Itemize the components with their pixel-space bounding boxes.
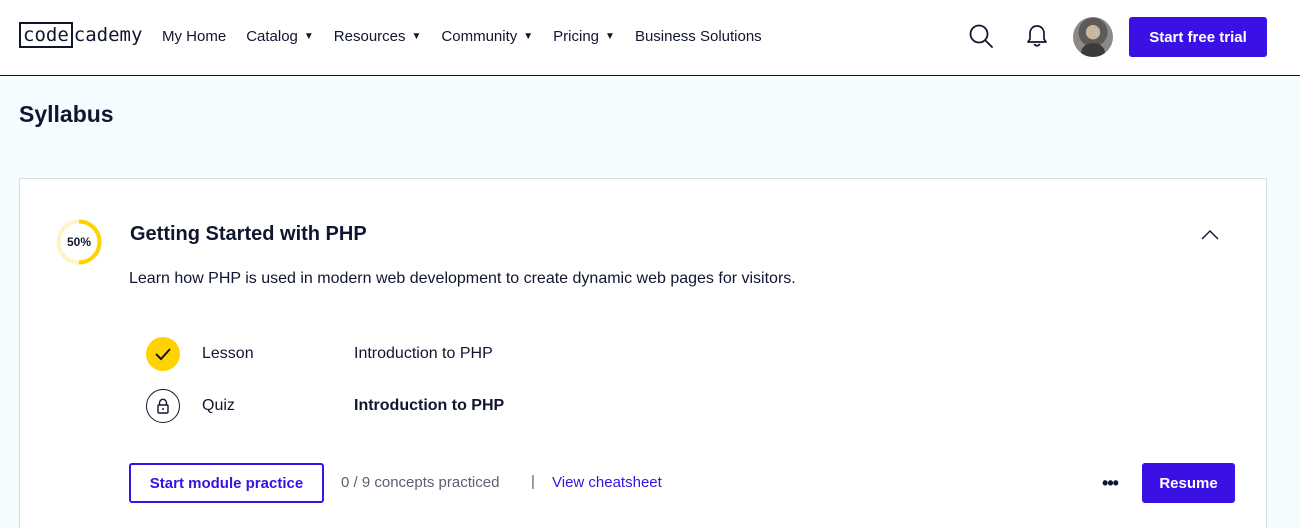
nav-label: Business Solutions [634,27,762,45]
search-button[interactable] [967,22,995,50]
bell-icon [1027,25,1047,47]
logo-cademy-text: cademy [73,24,143,46]
notifications-button[interactable] [1023,22,1051,50]
nav-label: Pricing [553,27,600,45]
item-type: Lesson [202,345,254,362]
module-title: Getting Started with PHP [130,223,367,245]
lock-icon [146,389,180,423]
item-title: Introduction to PHP [354,397,505,414]
top-navigation-bar: code cademy My Home Catalog ▼ Resources … [0,0,1300,76]
nav-business-solutions[interactable]: Business Solutions [635,26,762,46]
main-nav: My Home Catalog ▼ Resources ▼ Community … [162,26,782,46]
resume-button[interactable]: Resume [1142,463,1235,503]
nav-label: Resources [333,27,406,45]
module-card: 50% Getting Started with PHP Learn how P… [19,178,1267,528]
nav-my-home[interactable]: My Home [162,26,226,46]
caret-down-icon: ▼ [605,30,615,42]
progress-percent: 50% [66,235,92,249]
syllabus-item-quiz[interactable]: Quiz Introduction to PHP [146,389,504,423]
module-description: Learn how PHP is used in modern web deve… [129,270,796,287]
item-title: Introduction to PHP [354,345,493,362]
caret-down-icon: ▼ [523,30,534,42]
module-progress-ring: 50% [56,219,102,265]
concepts-practiced-count: 0 / 9 concepts practiced [341,474,500,491]
nav-resources[interactable]: Resources ▼ [334,26,422,46]
nav-label: Catalog [246,27,298,45]
item-type: Quiz [202,397,235,414]
caret-down-icon: ▼ [303,30,314,42]
logo-code-text: code [19,22,73,48]
start-module-practice-button[interactable]: Start module practice [129,463,324,503]
start-free-trial-button[interactable]: Start free trial [1129,17,1267,57]
search-icon [969,24,993,48]
nav-pricing[interactable]: Pricing ▼ [553,26,615,46]
nav-label: My Home [162,27,227,45]
nav-community[interactable]: Community ▼ [441,26,533,46]
view-cheatsheet-link[interactable]: View cheatsheet [552,474,662,491]
nav-label: Community [441,27,518,45]
page-title: Syllabus [19,101,114,127]
check-icon [146,337,180,371]
separator: | [531,473,535,490]
caret-down-icon: ▼ [411,30,422,42]
nav-catalog[interactable]: Catalog ▼ [246,26,314,46]
user-avatar[interactable] [1073,17,1113,57]
collapse-module-button[interactable] [1198,225,1222,245]
codecademy-logo[interactable]: code cademy [19,22,142,48]
syllabus-item-lesson[interactable]: Lesson Introduction to PHP [146,337,493,371]
chevron-up-icon [1201,230,1219,240]
more-options-icon[interactable]: ••• [1098,471,1122,495]
